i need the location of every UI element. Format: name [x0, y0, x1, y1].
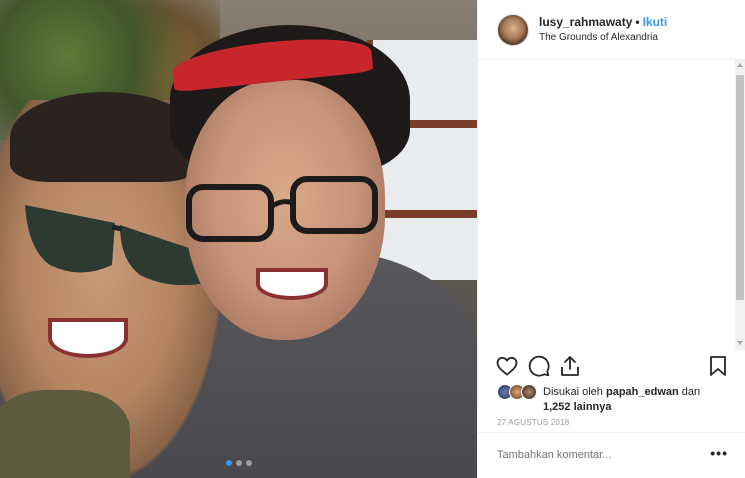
post-location[interactable]: The Grounds of Alexandria — [539, 32, 658, 43]
likes-prefix: Disukai oleh — [543, 386, 603, 398]
post-photo[interactable] — [0, 0, 477, 478]
more-options-icon[interactable]: ••• — [710, 445, 728, 461]
comment-bar: ••• — [478, 432, 745, 478]
likes-text: Disukai oleh papah_edwan dan — [543, 384, 743, 400]
carousel-dot-2 — [235, 460, 242, 466]
post-header: lusy_rahmawaty • Ikuti The Grounds of Alex… — [478, 0, 745, 60]
liker-username[interactable]: papah_edwan — [606, 386, 679, 398]
action-bar — [478, 354, 745, 380]
scrollbar-thumb[interactable] — [736, 75, 744, 300]
liker-avatar[interactable] — [521, 384, 537, 400]
photo-woman-smile — [256, 268, 328, 300]
post-side-panel: lusy_rahmawaty • Ikuti The Grounds of Alex… — [477, 0, 745, 478]
likes-summary: Disukai oleh papah_edwan dan 1,252 lainn… — [497, 382, 737, 414]
carousel-dot-3 — [245, 460, 252, 466]
photo-woman-glasses — [186, 176, 378, 242]
author-username[interactable]: lusy_rahmawaty — [539, 15, 632, 29]
likes-conjunction: dan — [681, 386, 701, 398]
post-date[interactable]: 27 AGUSTUS 2018 — [497, 418, 569, 427]
scrollbar-up-arrow-icon[interactable] — [737, 63, 743, 67]
carousel-dots — [0, 460, 477, 466]
follow-button[interactable]: Ikuti — [643, 15, 668, 29]
likes-others-link[interactable]: 1,252 lainnya — [543, 400, 612, 414]
separator-dot: • — [635, 15, 640, 29]
author-avatar[interactable] — [497, 14, 529, 46]
carousel-dot-1 — [225, 460, 232, 466]
author-line: lusy_rahmawaty • Ikuti — [539, 15, 667, 29]
photo-man-smile — [48, 318, 128, 358]
comment-input[interactable] — [497, 449, 697, 461]
share-icon[interactable] — [558, 354, 582, 378]
bookmark-icon[interactable] — [706, 354, 730, 378]
liker-avatars — [497, 384, 541, 400]
heart-icon[interactable] — [495, 354, 519, 378]
comment-icon[interactable] — [527, 354, 551, 378]
scrollbar-down-arrow-icon[interactable] — [737, 341, 743, 345]
